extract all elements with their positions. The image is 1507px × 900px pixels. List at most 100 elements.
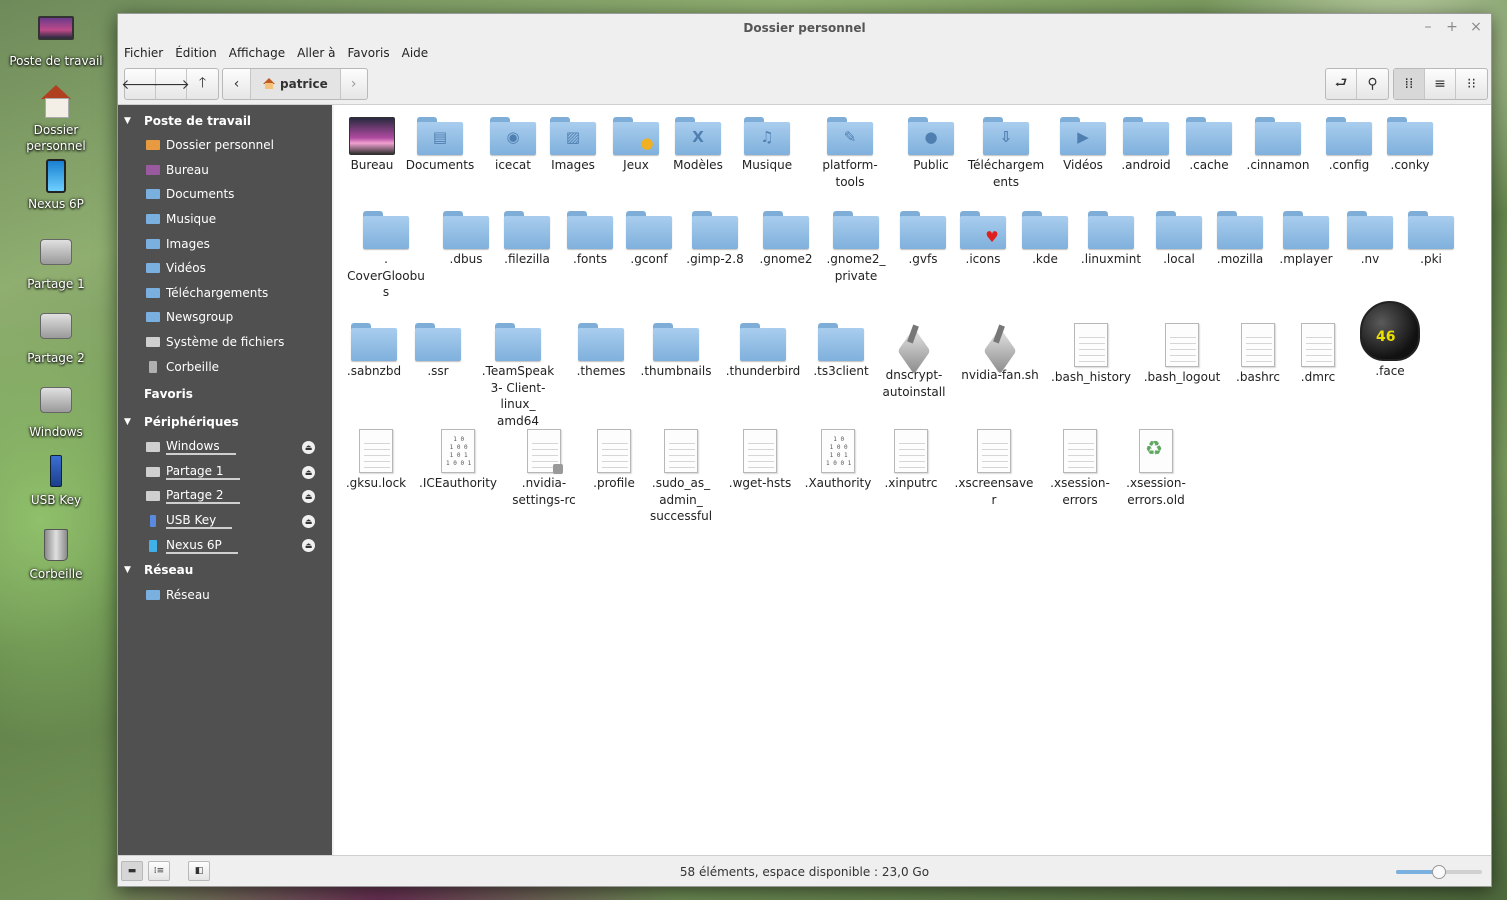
file-item[interactable]: .cinnamon [1238,117,1318,174]
desktop-icon[interactable]: Corbeille [4,529,108,582]
computer-icon [38,16,74,50]
sidebar-item-syst-me-de-fichiers[interactable]: Système de fichiers [118,330,332,355]
file-item[interactable]: .ts3client [801,323,881,380]
file-item[interactable]: .wget-hsts [720,429,800,492]
file-item[interactable]: .xsession- errors.old [1116,429,1196,508]
file-item[interactable]: .face [1350,301,1430,380]
sidebar-item-corbeille[interactable]: Corbeille [118,354,332,379]
file-item[interactable]: .conky [1370,117,1450,174]
eject-icon[interactable]: ⏏ [302,514,315,528]
file-item[interactable]: ▤ Documents [400,117,480,174]
file-item[interactable]: .bash_history [1051,323,1131,386]
file-item[interactable]: .ICEauthority [418,429,498,492]
sidebar-section-1[interactable]: Favoris [118,382,332,407]
file-item[interactable]: .pki [1391,211,1471,268]
up-button[interactable]: 🡑 [187,69,218,99]
file-item[interactable]: ⇩ Téléchargem ents [966,117,1046,190]
sidebar-section-3[interactable]: ▼ Réseau [118,558,332,583]
file-item[interactable]: nvidia-fan.sh [960,323,1040,384]
file-item[interactable]: ♫ Musique [727,117,807,174]
sidebar-item-images[interactable]: Images [118,231,332,256]
sidebar-item-partage-1[interactable]: Partage 1 ⏏ [118,460,332,485]
sidebar-item-newsgroup[interactable]: Newsgroup [118,305,332,330]
breadcrumb-prev-button[interactable]: ‹ [223,69,251,99]
folder-icon: ♫ [744,117,790,155]
file-item[interactable]: ● Public [891,117,971,174]
desktop-icon[interactable]: USB Key [4,455,108,508]
file-item[interactable]: .ssr [398,323,478,380]
eject-icon[interactable]: ⏏ [302,465,315,479]
sidebar: ▼ Poste de travail Dossier personnel Bureau… [118,105,332,855]
menu-aller-a[interactable]: Aller à [297,46,335,60]
breadcrumb-next-button[interactable]: › [341,69,367,99]
zoom-slider[interactable] [1396,865,1482,879]
list-view-button[interactable]: ≡ [1425,69,1456,99]
minimize-button[interactable]: – [1421,19,1435,35]
desktop-icon[interactable]: Nexus 6P [4,159,108,212]
sidebar-item-t-l-chargements[interactable]: Téléchargements [118,281,332,306]
file-item[interactable]: .xinputrc [871,429,951,492]
sidebar-item-r-seau[interactable]: Réseau [118,583,332,608]
eject-icon[interactable]: ⏏ [302,539,315,553]
folder-icon [818,323,864,361]
sidebar-item-dossier-personnel[interactable]: Dossier personnel [118,133,332,158]
file-item[interactable]: .gnome2 [746,211,826,268]
file-name: .bash_history [1051,370,1131,384]
sidebar-item-label: Musique [166,212,217,227]
menu-aide[interactable]: Aide [402,46,429,60]
file-item[interactable]: .bash_logout [1142,323,1222,386]
toggle-location-button[interactable]: ⮐ [1326,69,1357,99]
file-item[interactable]: . CoverGloobus [346,211,426,301]
sidebar-item-nexus-6p[interactable]: Nexus 6P ⏏ [118,533,332,558]
menu-edition[interactable]: Édition [175,46,217,60]
desktop-icon-label: Nexus 6P [28,197,84,211]
menu-fichier[interactable]: Fichier [124,46,163,60]
desktop-icon[interactable]: Dossier personnel [4,85,108,154]
close-button[interactable]: × [1469,19,1483,35]
file-item[interactable]: .nvidia- settings-rc [504,429,584,508]
menu-favoris[interactable]: Favoris [348,46,390,60]
search-button[interactable]: ⚲ [1357,69,1388,99]
file-item[interactable]: .TeamSpeak3- Client-linux_ amd64 [478,323,558,429]
breadcrumb-home[interactable]: patrice [251,69,341,99]
file-item[interactable]: .cache [1169,117,1249,174]
file-item[interactable]: .dmrc [1278,323,1358,386]
file-item[interactable]: .Xauthority [798,429,878,492]
desktop-icon[interactable]: Partage 1 [4,233,108,292]
file-item[interactable]: X Modèles [658,117,738,174]
menu-affichage[interactable]: Affichage [229,46,285,60]
folder-icon [146,287,160,298]
title-bar[interactable]: Dossier personnel – + × [118,14,1491,42]
file-item[interactable]: .xsession- errors [1040,429,1120,508]
file-item[interactable]: .thunderbird [723,323,803,380]
maximize-button[interactable]: + [1445,19,1459,35]
folder-icon [740,323,786,361]
sidebar-item-partage-2[interactable]: Partage 2 ⏏ [118,484,332,509]
desktop-icon[interactable]: Windows [4,381,108,440]
sidebar-item-musique[interactable]: Musique [118,207,332,232]
file-item[interactable]: dnscrypt- autoinstall [874,323,954,400]
sidebar-item-usb-key[interactable]: USB Key ⏏ [118,509,332,534]
icon-view-button[interactable]: ⁞⁞ [1394,69,1425,99]
doc-icon: ▤ [432,128,448,146]
desktop-icon[interactable]: Partage 2 [4,307,108,366]
zoom-handle[interactable] [1432,865,1446,879]
desktop-icon[interactable]: Poste de travail [4,12,108,69]
forward-button[interactable]: 🡒 [152,69,190,99]
sidebar-item-bureau[interactable]: Bureau [118,158,332,183]
sidebar-section-0[interactable]: ▼ Poste de travail [118,108,332,133]
sidebar-item-windows[interactable]: Windows ⏏ [118,435,332,460]
sidebar-item-documents[interactable]: Documents [118,182,332,207]
compact-view-button[interactable]: ⁝⁝ [1456,69,1487,99]
file-item[interactable]: ✎ platform-tools [810,117,890,190]
sidebar-section-2[interactable]: ▼ Périphériques [118,410,332,435]
file-item[interactable]: .sudo_as_ admin_ successful [641,429,721,525]
file-item[interactable]: .xscreensaver [954,429,1034,508]
sidebar-item-vid-os[interactable]: Vidéos [118,256,332,281]
file-item[interactable]: .gksu.lock [336,429,416,492]
eject-icon[interactable]: ⏏ [302,490,315,504]
file-item[interactable]: .themes [561,323,641,380]
file-item[interactable]: .thumbnails [636,323,716,380]
eject-icon[interactable]: ⏏ [302,440,315,454]
file-item[interactable]: .gimp-2.8 [675,211,755,268]
